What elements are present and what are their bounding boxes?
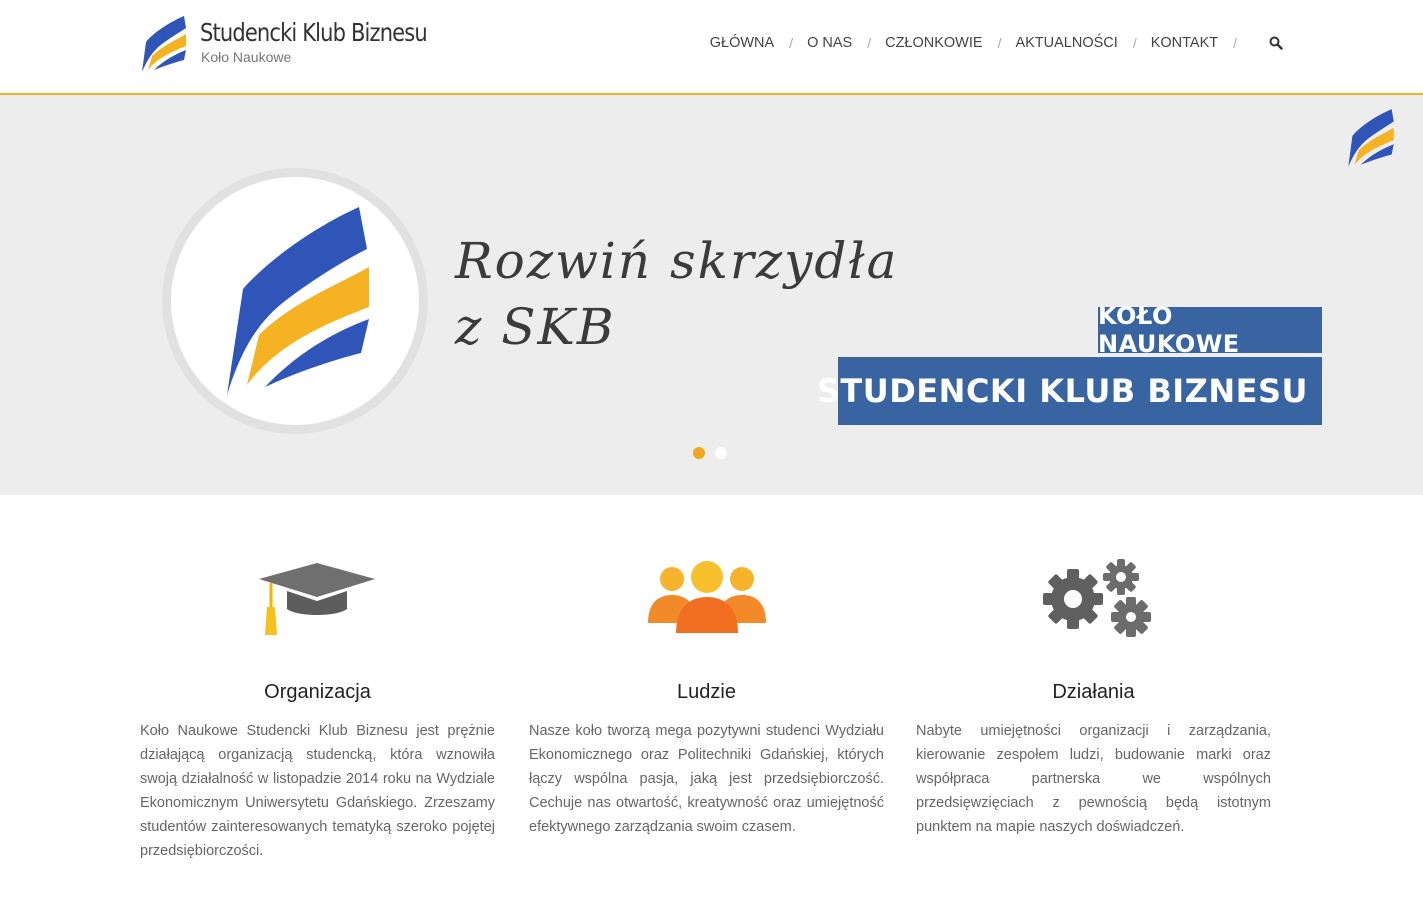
wing-logo-icon bbox=[142, 16, 186, 72]
feature-text: Koło Naukowe Studencki Klub Biznesu jest… bbox=[140, 723, 495, 859]
wing-logo-icon bbox=[227, 207, 369, 395]
nav-separator: / bbox=[1132, 35, 1137, 51]
gears-icon bbox=[1042, 559, 1151, 637]
features-section: Organizacja Koło Naukowe Studencki Klub … bbox=[140, 495, 1283, 900]
feature-text: Nabyte umiejętności organizacji i zarząd… bbox=[916, 723, 1271, 835]
hero-tagline-line1: Rozwiń skrzydła bbox=[455, 232, 899, 290]
hero-tagline-line2: z SKB bbox=[455, 298, 616, 356]
site-title: Studencki Klub Biznesu bbox=[200, 18, 428, 47]
site-logo[interactable]: Studencki Klub Biznesu Koło Naukowe bbox=[140, 12, 440, 74]
nav-item-kontakt[interactable]: KONTAKT bbox=[1151, 35, 1218, 51]
feature-title: Działania bbox=[1052, 681, 1135, 703]
hero-logo-circle bbox=[162, 168, 428, 434]
hero-slider: Rozwiń skrzydła z SKB KOŁO NAUKOWE STUDE… bbox=[0, 95, 1423, 495]
nav-separator: / bbox=[997, 35, 1002, 51]
slider-dot-2[interactable] bbox=[715, 447, 727, 459]
wing-logo-icon bbox=[1348, 109, 1394, 167]
search-icon[interactable] bbox=[1269, 36, 1283, 50]
site-subtitle: Koło Naukowe bbox=[201, 49, 292, 65]
nav-item-czlonkowie[interactable]: CZŁONKOWIE bbox=[885, 35, 982, 51]
nav-item-glowna[interactable]: GŁÓWNA bbox=[710, 35, 774, 51]
feature-text: Nasze koło tworzą mega pozytywni studenc… bbox=[529, 723, 884, 835]
hero-tagline: Rozwiń skrzydła z SKB bbox=[455, 228, 898, 360]
feature-title: Organizacja bbox=[264, 681, 371, 703]
main-nav: GŁÓWNA / O NAS / CZŁONKOWIE / AKTUALNOŚC… bbox=[710, 31, 1283, 55]
nav-item-aktualnosci[interactable]: AKTUALNOŚCI bbox=[1015, 35, 1117, 51]
nav-separator: / bbox=[867, 35, 872, 51]
slider-pagination bbox=[693, 447, 727, 459]
slider-dot-1[interactable] bbox=[693, 447, 705, 459]
feature-title: Ludzie bbox=[677, 681, 736, 703]
people-icon bbox=[647, 561, 766, 633]
graduation-cap-icon bbox=[258, 563, 375, 635]
nav-separator: / bbox=[1233, 35, 1237, 51]
nav-item-o-nas[interactable]: O NAS bbox=[807, 35, 852, 51]
hero-badge-studencki-klub-biznesu: STUDENCKI KLUB BIZNESU bbox=[817, 357, 1322, 425]
site-header: Studencki Klub Biznesu Koło Naukowe GŁÓW… bbox=[0, 0, 1423, 95]
hero-badge-kolo-naukowe: KOŁO NAUKOWE bbox=[1098, 302, 1322, 358]
nav-separator: / bbox=[789, 35, 794, 51]
